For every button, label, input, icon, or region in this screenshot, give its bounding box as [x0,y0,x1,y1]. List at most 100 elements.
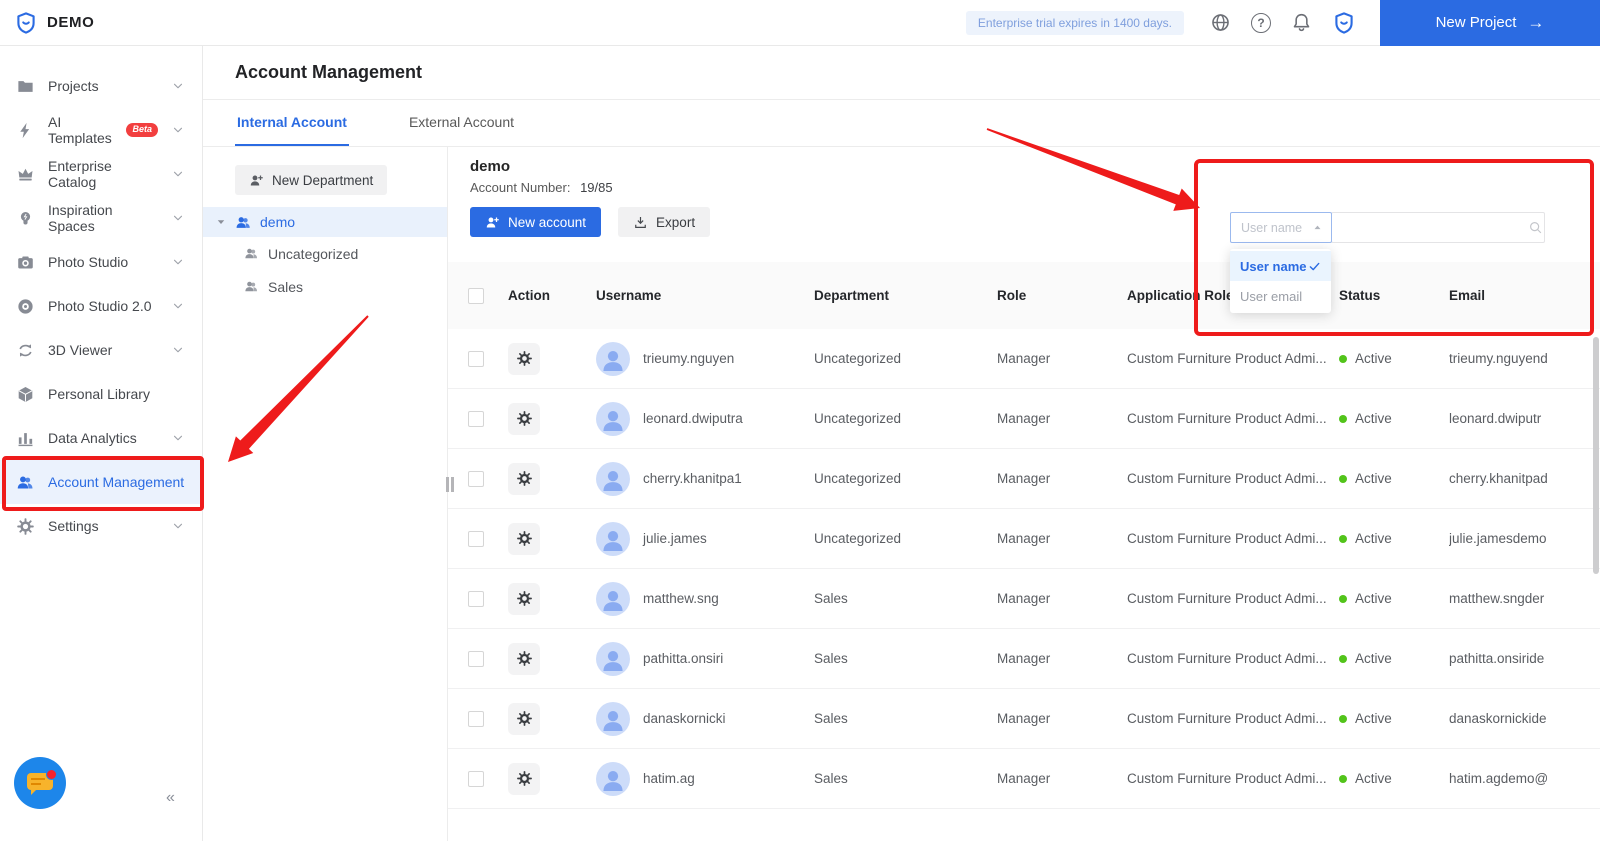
avatar [596,762,630,796]
cell-username: hatim.ag [643,771,695,786]
cube-icon [16,385,35,404]
cell-department: Uncategorized [814,471,997,486]
account-number-line: Account Number: 19/85 [470,180,613,195]
department-panel: New Department demo Uncategorized Sales [203,147,448,841]
new-account-button[interactable]: New account [470,207,601,237]
sidebar-item-photo-studio-2[interactable]: Photo Studio 2.0 [0,284,202,328]
person-icon [599,406,627,434]
account-number-value: 19/85 [580,180,613,195]
table-row: cherry.khanitpa1 Uncategorized Manager C… [448,449,1600,509]
new-project-button[interactable]: New Project → [1380,0,1600,46]
row-checkbox[interactable] [468,471,484,487]
vertical-scrollbar[interactable] [1593,337,1599,574]
row-settings-button[interactable] [508,763,540,795]
gear-icon [516,770,533,787]
cell-username: pathitta.onsiri [643,651,723,666]
table-row: hatim.ag Sales Manager Custom Furniture … [448,749,1600,809]
cell-department: Uncategorized [814,531,997,546]
cell-email: leonard.dwiputr [1449,411,1600,426]
status-dot [1339,775,1347,783]
help-glyph: ? [1257,16,1264,30]
row-settings-button[interactable] [508,403,540,435]
sidebar-item-3d-viewer[interactable]: 3D Viewer [0,328,202,372]
person-icon [599,346,627,374]
sidebar-item-label: 3D Viewer [48,342,112,358]
caret-down-icon[interactable] [215,216,227,228]
cell-application-role: Custom Furniture Product Admi... [1127,591,1339,606]
row-settings-button[interactable] [508,523,540,555]
search-icon[interactable] [1528,220,1543,235]
table-row: pathitta.onsiri Sales Manager Custom Fur… [448,629,1600,689]
row-checkbox[interactable] [468,351,484,367]
search-field-select[interactable]: User name [1230,212,1332,243]
account-shield-icon[interactable] [1332,11,1356,35]
sidebar-item-projects[interactable]: Projects [0,64,202,108]
tree-node-demo[interactable]: demo [203,207,447,237]
row-checkbox[interactable] [468,411,484,427]
row-checkbox[interactable] [468,531,484,547]
brand-shield-icon [14,11,38,35]
panel-resize-handle[interactable] [446,477,454,492]
row-checkbox[interactable] [468,591,484,607]
row-settings-button[interactable] [508,703,540,735]
tree-node-sales[interactable]: Sales [203,270,447,303]
select-all-checkbox[interactable] [468,288,484,304]
row-settings-button[interactable] [508,583,540,615]
table-row: matthew.sng Sales Manager Custom Furnitu… [448,569,1600,629]
arrow-right-icon: → [1527,14,1544,31]
sidebar-item-data-analytics[interactable]: Data Analytics [0,416,202,460]
chat-widget-button[interactable] [14,757,66,809]
cell-email: julie.jamesdemo [1449,531,1600,546]
export-button[interactable]: Export [618,207,710,237]
globe-icon[interactable] [1210,12,1231,33]
search-input[interactable] [1332,213,1528,242]
bar-chart-icon [16,429,35,448]
sidebar-item-ai-templates[interactable]: AI Templates Beta [0,108,202,152]
sidebar-item-inspiration-spaces[interactable]: Inspiration Spaces [0,196,202,240]
sidebar-item-photo-studio[interactable]: Photo Studio [0,240,202,284]
cell-email: hatim.agdemo@ [1449,771,1600,786]
tree-node-uncategorized[interactable]: Uncategorized [203,237,447,270]
new-department-button[interactable]: New Department [235,165,387,195]
sidebar-item-personal-library[interactable]: Personal Library [0,372,202,416]
header-department: Department [814,288,997,303]
sidebar-item-settings[interactable]: Settings [0,504,202,548]
table-header-row: Action Username Department Role Applicat… [448,262,1600,329]
tab-internal-account[interactable]: Internal Account [235,100,349,146]
dropdown-option-user-email[interactable]: User email [1230,281,1331,311]
cell-role: Manager [997,591,1127,606]
header-role: Role [997,288,1127,303]
row-checkbox[interactable] [468,711,484,727]
tab-external-account[interactable]: External Account [407,100,516,146]
person-icon [599,466,627,494]
header-status: Status [1339,288,1449,303]
brand[interactable]: DEMO [0,11,94,35]
bell-icon[interactable] [1291,12,1312,33]
cell-username: julie.james [643,531,707,546]
download-icon [633,215,648,230]
help-icon[interactable]: ? [1251,13,1271,33]
row-checkbox[interactable] [468,771,484,787]
dropdown-option-user-name[interactable]: User name [1230,251,1331,281]
sidebar-item-enterprise-catalog[interactable]: Enterprise Catalog [0,152,202,196]
sidebar-collapse-icon[interactable]: « [166,789,175,807]
users-icon [244,246,259,261]
row-settings-button[interactable] [508,643,540,675]
users-icon [16,473,35,492]
department-tree: demo Uncategorized Sales [203,207,447,303]
tabs: Internal Account External Account [203,100,1600,147]
table-row: danaskornicki Sales Manager Custom Furni… [448,689,1600,749]
row-checkbox[interactable] [468,651,484,667]
row-settings-button[interactable] [508,343,540,375]
row-settings-button[interactable] [508,463,540,495]
header-email: Email [1449,288,1600,303]
chevron-down-icon [171,123,185,137]
status-badge: Active [1355,771,1392,786]
topbar-right: Enterprise trial expires in 1400 days. ?… [966,0,1600,45]
sidebar-item-label: Settings [48,518,99,534]
cell-username: cherry.khanitpa1 [643,471,742,486]
new-project-label: New Project [1436,14,1517,31]
avatar [596,342,630,376]
gear-icon [516,530,533,547]
sidebar-item-account-management[interactable]: Account Management [0,460,202,504]
